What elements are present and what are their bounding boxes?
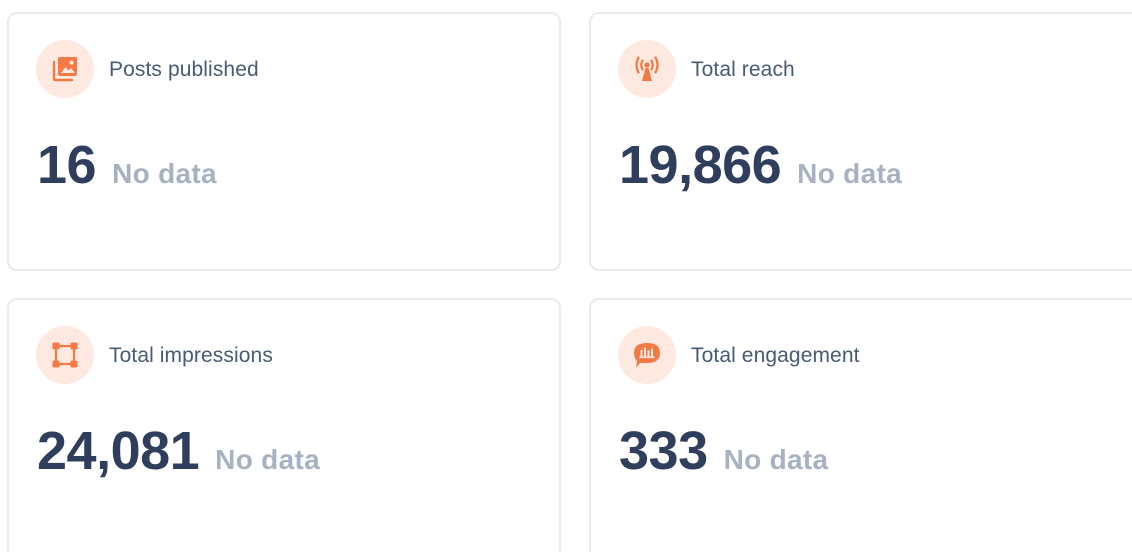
metric-value-row: 16 No data: [37, 134, 217, 196]
metric-value: 333: [619, 421, 708, 481]
metric-value-row: 19,866 No data: [619, 134, 902, 196]
metric-value-row: 333 No data: [619, 420, 828, 482]
metric-label: Total reach: [691, 58, 795, 81]
metric-card-total-impressions: Total impressions 24,081 No data: [7, 298, 561, 552]
chat-chart-icon: [618, 326, 676, 384]
metric-label: Total impressions: [109, 344, 273, 367]
metric-card-posts-published: Posts published 16 No data: [7, 12, 561, 271]
metric-label: Total engagement: [691, 344, 860, 367]
metric-value-row: 24,081 No data: [37, 420, 320, 482]
comparison-text: No data: [112, 158, 217, 189]
comparison-text: No data: [723, 444, 829, 475]
metric-value: 16: [37, 135, 97, 195]
metrics-grid: Posts published 16 No data Total reach 1…: [0, 0, 1132, 552]
frame-select-icon: [36, 326, 94, 384]
metric-label: Posts published: [109, 58, 259, 81]
comparison-text: No data: [215, 444, 320, 475]
metric-value: 24,081: [37, 421, 200, 481]
image-gallery-icon: [36, 40, 94, 98]
metric-card-total-reach: Total reach 19,866 No data: [589, 12, 1132, 271]
broadcast-tower-icon: [618, 40, 676, 98]
metric-value: 19,866: [619, 135, 782, 195]
comparison-text: No data: [797, 158, 902, 189]
metric-card-total-engagement: Total engagement 333 No data: [589, 298, 1132, 552]
